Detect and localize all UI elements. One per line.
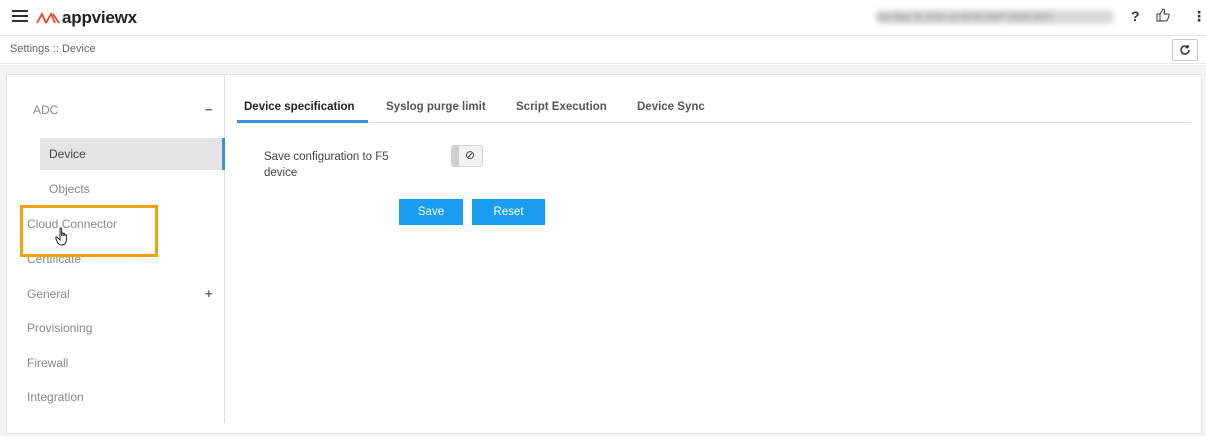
- app-logo[interactable]: appviewx: [36, 8, 137, 28]
- collapse-adc-icon[interactable]: −: [205, 102, 213, 117]
- help-icon[interactable]: ?: [1131, 8, 1140, 24]
- sidebar-item-integration[interactable]: Integration: [7, 381, 223, 413]
- sidebar-item-firewall[interactable]: Firewall: [7, 347, 223, 379]
- sidebar-item-general[interactable]: General: [7, 278, 223, 310]
- save-config-toggle[interactable]: ⊘: [451, 145, 483, 167]
- top-bar: appviewx Tue May 31 2022 11:00:00 GMT+05…: [0, 0, 1206, 36]
- sidebar-item-label: Firewall: [27, 356, 69, 370]
- sidebar-item-device[interactable]: Device: [40, 138, 225, 170]
- save-button[interactable]: Save: [399, 199, 463, 225]
- breadcrumb: Settings :: Device: [10, 43, 96, 55]
- feedback-thumb-icon[interactable]: [1156, 8, 1170, 25]
- tab-device-sync[interactable]: Device Sync: [637, 101, 705, 113]
- datetime-display: Tue May 31 2022 11:00:00 GMT+0530 (IST): [876, 10, 1114, 24]
- refresh-icon: [1180, 45, 1190, 55]
- save-config-label: Save configuration to F5 device: [264, 151, 389, 179]
- sidebar-item-label: Device: [49, 147, 86, 161]
- settings-panel: ADC − Device Objects Cloud Connector Cer…: [6, 74, 1202, 434]
- logo-mark-icon: [36, 11, 60, 24]
- sidebar-item-label: Objects: [49, 182, 90, 196]
- more-options-icon[interactable]: ⋮: [1192, 8, 1206, 25]
- tab-script-execution[interactable]: Script Execution: [516, 101, 607, 113]
- hand-cursor-icon: [55, 227, 71, 252]
- tab-device-specification[interactable]: Device specification: [244, 101, 355, 113]
- sidebar-item-provisioning[interactable]: Provisioning: [7, 312, 223, 344]
- sidebar-item-label: Provisioning: [27, 321, 93, 335]
- logo-text: appviewx: [62, 8, 137, 27]
- refresh-button[interactable]: [1172, 39, 1198, 61]
- settings-tabs: Device specification Syslog purge limit …: [237, 93, 1191, 123]
- sidebar-item-label: General: [27, 287, 70, 301]
- breadcrumb-bar: Settings :: Device: [0, 36, 1206, 64]
- toggle-knob: [452, 146, 459, 166]
- sidebar-item-label: ADC: [33, 103, 59, 117]
- sidebar-item-objects[interactable]: Objects: [7, 173, 223, 205]
- sidebar-item-adc[interactable]: ADC: [7, 94, 223, 126]
- reset-button[interactable]: Reset: [472, 199, 545, 225]
- tab-syslog-purge-limit[interactable]: Syslog purge limit: [386, 101, 486, 113]
- sidebar-item-label: Integration: [27, 390, 84, 404]
- hamburger-menu-icon[interactable]: [12, 10, 28, 24]
- expand-general-icon[interactable]: +: [205, 286, 213, 301]
- highlight-box: [20, 205, 158, 257]
- active-tab-indicator: [237, 120, 368, 123]
- disabled-icon: ⊘: [465, 148, 476, 162]
- settings-sidebar: ADC − Device Objects Cloud Connector Cer…: [7, 75, 225, 423]
